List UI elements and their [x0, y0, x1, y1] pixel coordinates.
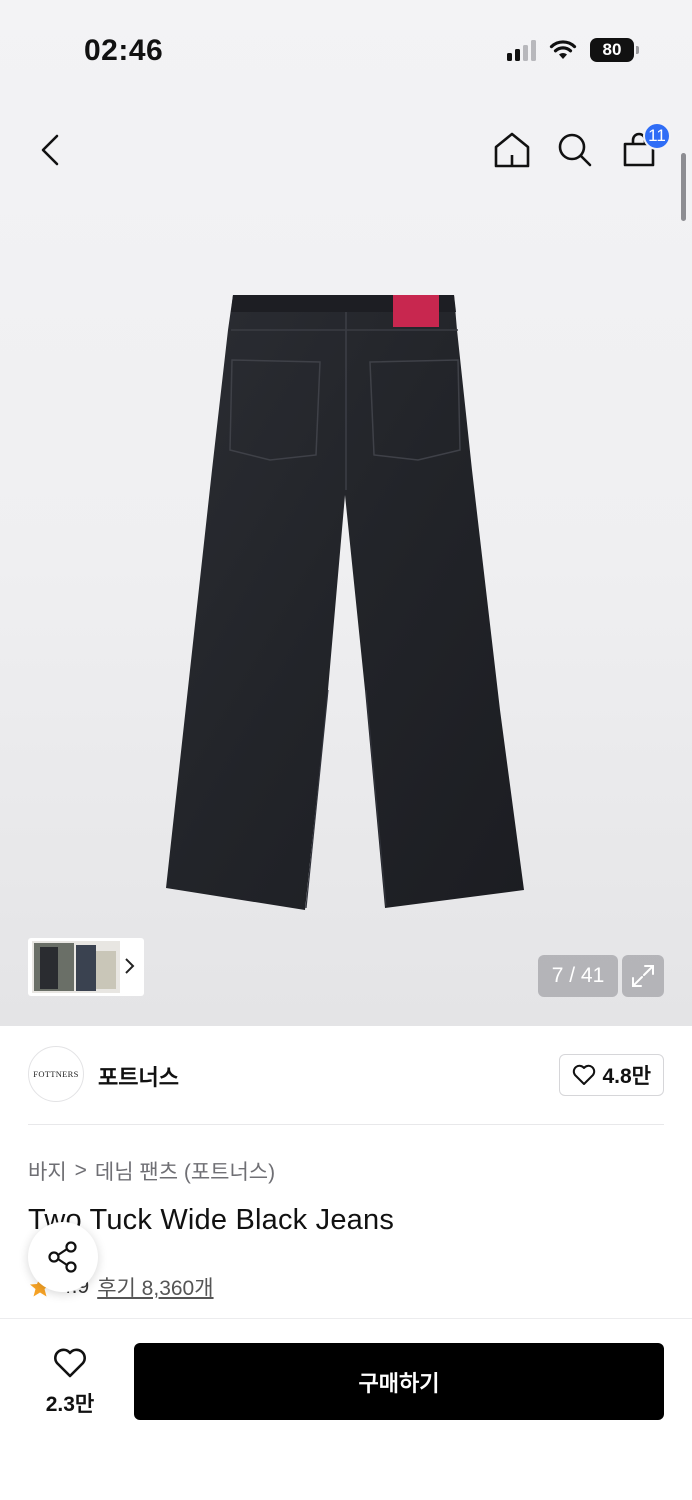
- status-time: 02:46: [84, 34, 164, 67]
- brand-like-count: 4.8만: [602, 1065, 651, 1088]
- share-icon: [48, 1241, 77, 1273]
- share-button[interactable]: [28, 1222, 98, 1292]
- expand-button[interactable]: [622, 955, 664, 997]
- home-button[interactable]: [488, 126, 536, 174]
- brand-name[interactable]: 포트너스: [98, 1060, 179, 1092]
- product-like-count: 2.3만: [45, 1393, 95, 1416]
- search-button[interactable]: [551, 126, 599, 174]
- brand-logo[interactable]: FOTTNERS: [28, 1046, 84, 1102]
- chevron-right-icon: [125, 958, 135, 974]
- thumbnail-images: [32, 941, 120, 993]
- brand-like-button[interactable]: 4.8만: [559, 1054, 664, 1096]
- buy-button[interactable]: 구매하기: [134, 1343, 664, 1420]
- cellular-signal-icon: [507, 39, 536, 61]
- brand-row: FOTTNERS 포트너스 4.8만: [28, 1046, 664, 1104]
- heart-icon: [573, 1064, 596, 1085]
- back-icon: [41, 134, 59, 166]
- home-icon: [494, 132, 530, 168]
- breadcrumb-category[interactable]: 바지: [28, 1156, 67, 1186]
- divider: [28, 1124, 664, 1125]
- battery-icon: 80: [590, 38, 639, 62]
- status-indicators: 80: [507, 38, 639, 62]
- cart-count-badge: 11: [643, 122, 671, 150]
- expand-icon: [632, 965, 654, 987]
- reviews-link[interactable]: 후기 8,360개: [97, 1272, 213, 1302]
- breadcrumb: 바지 > 데님 팬츠 (포트너스): [28, 1156, 275, 1186]
- image-counter: 7 / 41: [538, 955, 618, 997]
- scrollbar[interactable]: [681, 153, 686, 221]
- heart-icon: [54, 1348, 86, 1378]
- bottom-action-bar: 2.3만 구매하기: [0, 1318, 692, 1500]
- product-like-button[interactable]: 2.3만: [30, 1347, 110, 1418]
- product-image: [166, 295, 524, 910]
- wifi-icon: [549, 40, 577, 59]
- breadcrumb-subcategory[interactable]: 데님 팬츠 (포트너스): [95, 1156, 275, 1186]
- product-image-gallery[interactable]: 02:46 80 11 7 / 41: [0, 0, 692, 1026]
- thumbnail-strip-button[interactable]: [28, 938, 144, 996]
- breadcrumb-separator: >: [74, 1159, 87, 1182]
- back-button[interactable]: [26, 126, 74, 174]
- cart-button[interactable]: 11: [615, 122, 671, 174]
- search-icon: [558, 133, 592, 167]
